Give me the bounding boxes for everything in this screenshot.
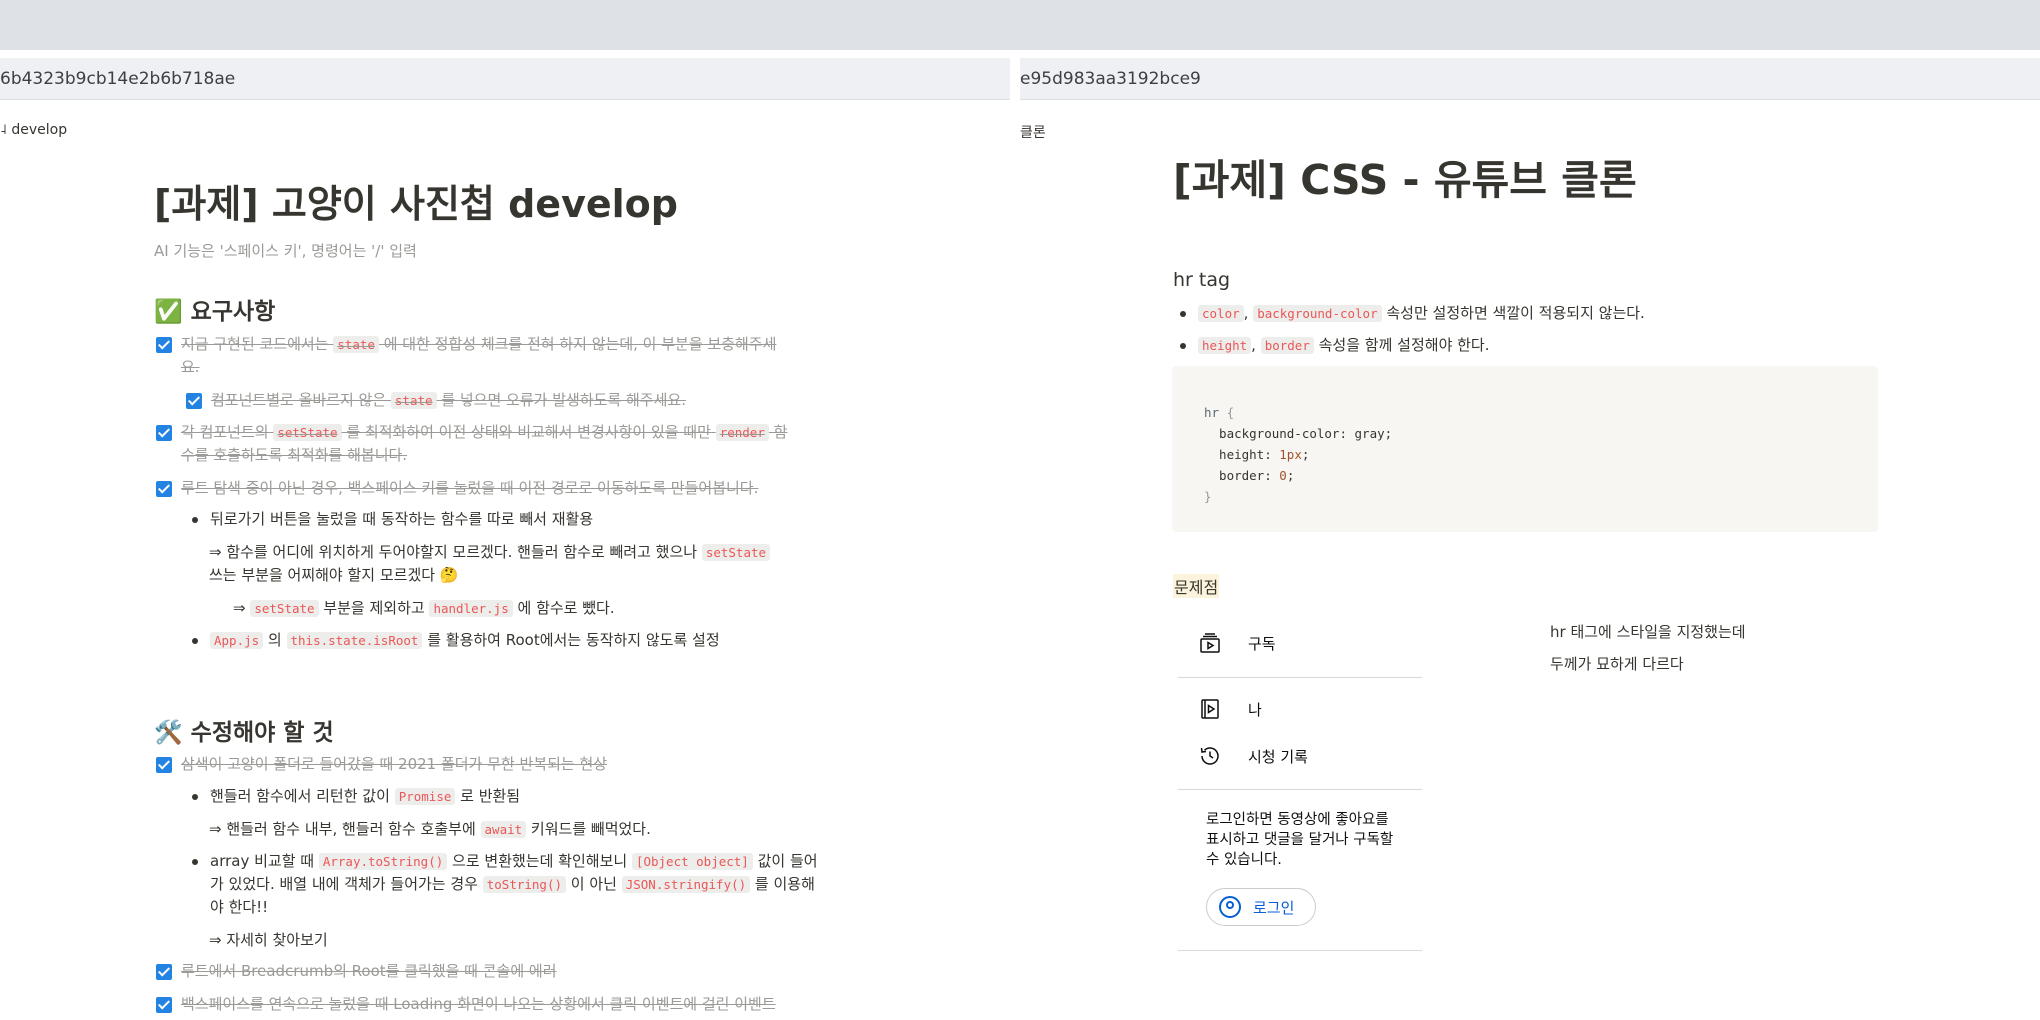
checkbox-checked-icon[interactable] bbox=[156, 964, 172, 980]
login-message: 로그인하면 동영상에 좋아요를 표시하고 댓글을 달거나 구독할 수 있습니다. bbox=[1206, 812, 1394, 868]
divider bbox=[1178, 677, 1422, 678]
todo-item: 백스페이스를 연속으로 눌렀을 때 Loading 화면이 나오는 상황에서 클… bbox=[154, 993, 854, 1016]
check-emoji-icon: ✅ bbox=[154, 299, 183, 325]
right-url-text: e95d983aa3192bce9 bbox=[1020, 69, 1201, 89]
todo-subitem: 컴포넌트별로 올바르지 않은 state 를 넣으면 오류가 발생하도록 해주세… bbox=[184, 389, 854, 412]
subscriptions-label: 구독 bbox=[1248, 634, 1276, 653]
checkbox-checked-icon[interactable] bbox=[156, 757, 172, 773]
section-heading-requirements[interactable]: ✅ 요구사항 bbox=[154, 292, 275, 326]
list-item: height, border 속성을 함께 설정해야 한다. bbox=[1178, 334, 1490, 357]
problem-label[interactable]: 문제점 bbox=[1173, 574, 1220, 598]
list-item: array 비교할 때 Array.toString() 으로 변환했는데 확인… bbox=[190, 850, 870, 919]
subscriptions-item: 구독 bbox=[1198, 628, 1276, 658]
left-breadcrumb[interactable]: ˨ develop bbox=[0, 122, 67, 138]
checkbox-checked-icon[interactable] bbox=[186, 393, 202, 409]
todo-item: 루트 탐색 중이 아닌 경우, 백스페이스 키를 눌렀을 때 이전 경로로 이동… bbox=[154, 477, 854, 500]
note-line[interactable]: hr 태그에 스타일을 지정했는데 bbox=[1550, 621, 1746, 642]
history-icon bbox=[1198, 744, 1222, 768]
left-url-text: 6b4323b9cb14e2b6b718ae bbox=[0, 69, 236, 89]
code-block[interactable]: hr { background-color: gray; height: 1px… bbox=[1172, 366, 1878, 532]
page-title[interactable]: [과제] CSS - 유튜브 클론 bbox=[1173, 150, 1637, 210]
note-arrow: ⇒ 함수를 어디에 위치하게 두어야할지 모르겠다. 핸들러 함수로 빼려고 했… bbox=[209, 541, 869, 587]
pane-divider[interactable] bbox=[1010, 50, 1020, 1020]
note-arrow-nested: ⇒ setState 부분을 제외하고 handler.js 에 함수로 뺐다. bbox=[233, 599, 615, 617]
checkbox-checked-icon[interactable] bbox=[156, 425, 172, 441]
list-item: color, background-color 속성만 설정하면 색깔이 적용되… bbox=[1178, 302, 1645, 325]
you-label: 나 bbox=[1248, 700, 1262, 719]
heading-text: 요구사항 bbox=[190, 299, 276, 325]
youtube-sidebar-image[interactable]: 구독 나 시청 기록 로그인하면 동영상에 좋아요를 표시하고 댓글을 달거나 … bbox=[1176, 618, 1422, 958]
divider bbox=[1178, 950, 1422, 951]
list-item: 뒤로가기 버튼을 눌렀을 때 동작하는 함수를 따로 빼서 재활용 bbox=[190, 508, 790, 531]
ai-placeholder[interactable]: AI 기능은 '스페이스 키', 명령어는 '/' 입력 bbox=[154, 240, 864, 261]
note-line[interactable]: 두께가 묘하게 다르다 bbox=[1550, 653, 1684, 674]
section-heading-fixes[interactable]: 🛠️ 수정해야 할 것 bbox=[154, 713, 334, 747]
tools-emoji-icon: 🛠️ bbox=[154, 720, 183, 746]
todo-item: 루트에서 Breadcrumb의 Root를 클릭했을 때 콘솔에 에러 bbox=[154, 960, 854, 983]
todo-item: 각 컴포넌트의 setState 를 최적화하여 이전 상태와 비교해서 변경사… bbox=[154, 421, 854, 467]
right-breadcrumb[interactable]: 클론 bbox=[1020, 122, 1046, 142]
checkbox-checked-icon[interactable] bbox=[156, 997, 172, 1013]
list-item: 핸들러 함수에서 리턴한 값이 Promise 로 반환됨 bbox=[190, 785, 790, 808]
todo-item: 지금 구현된 코드에서는 state 에 대한 정합성 체크를 전혀 하지 않는… bbox=[154, 333, 854, 379]
subscriptions-icon bbox=[1198, 631, 1222, 655]
page-title[interactable]: [과제] 고양이 사진첩 develop bbox=[154, 176, 864, 232]
left-page-header: [과제] 고양이 사진첩 develop AI 기능은 '스페이스 키', 명령… bbox=[154, 176, 864, 261]
checkbox-checked-icon[interactable] bbox=[156, 481, 172, 497]
account-circle-icon bbox=[1219, 896, 1241, 918]
note-arrow: ⇒ 자세히 찾아보기 bbox=[209, 931, 328, 949]
todo-item: 삼색이 고양이 폴더로 들어갔을 때 2021 폴더가 무한 반복되는 현상 bbox=[154, 753, 854, 776]
history-item: 시청 기록 bbox=[1198, 741, 1308, 771]
note-arrow: ⇒ 핸들러 함수 내부, 핸들러 함수 호출부에 await 키워드를 빼먹었다… bbox=[209, 820, 651, 838]
login-label: 로그인 bbox=[1253, 898, 1295, 917]
library-play-icon bbox=[1198, 697, 1222, 721]
you-item: 나 bbox=[1198, 694, 1262, 724]
heading-hr-tag[interactable]: hr tag bbox=[1173, 269, 1230, 291]
right-address-bar[interactable]: e95d983aa3192bce9 bbox=[1020, 58, 2040, 100]
right-page-header: [과제] CSS - 유튜브 클론 bbox=[1173, 150, 1637, 210]
list-item: App.js 의 this.state.isRoot 를 활용하여 Root에서… bbox=[190, 629, 790, 652]
heading-text: 수정해야 할 것 bbox=[190, 720, 334, 746]
left-address-bar[interactable]: 6b4323b9cb14e2b6b718ae bbox=[0, 58, 1010, 100]
login-button: 로그인 bbox=[1206, 888, 1316, 926]
checkbox-checked-icon[interactable] bbox=[156, 337, 172, 353]
history-label: 시청 기록 bbox=[1248, 747, 1308, 766]
browser-tab-strip bbox=[0, 0, 2040, 50]
divider bbox=[1178, 789, 1422, 790]
